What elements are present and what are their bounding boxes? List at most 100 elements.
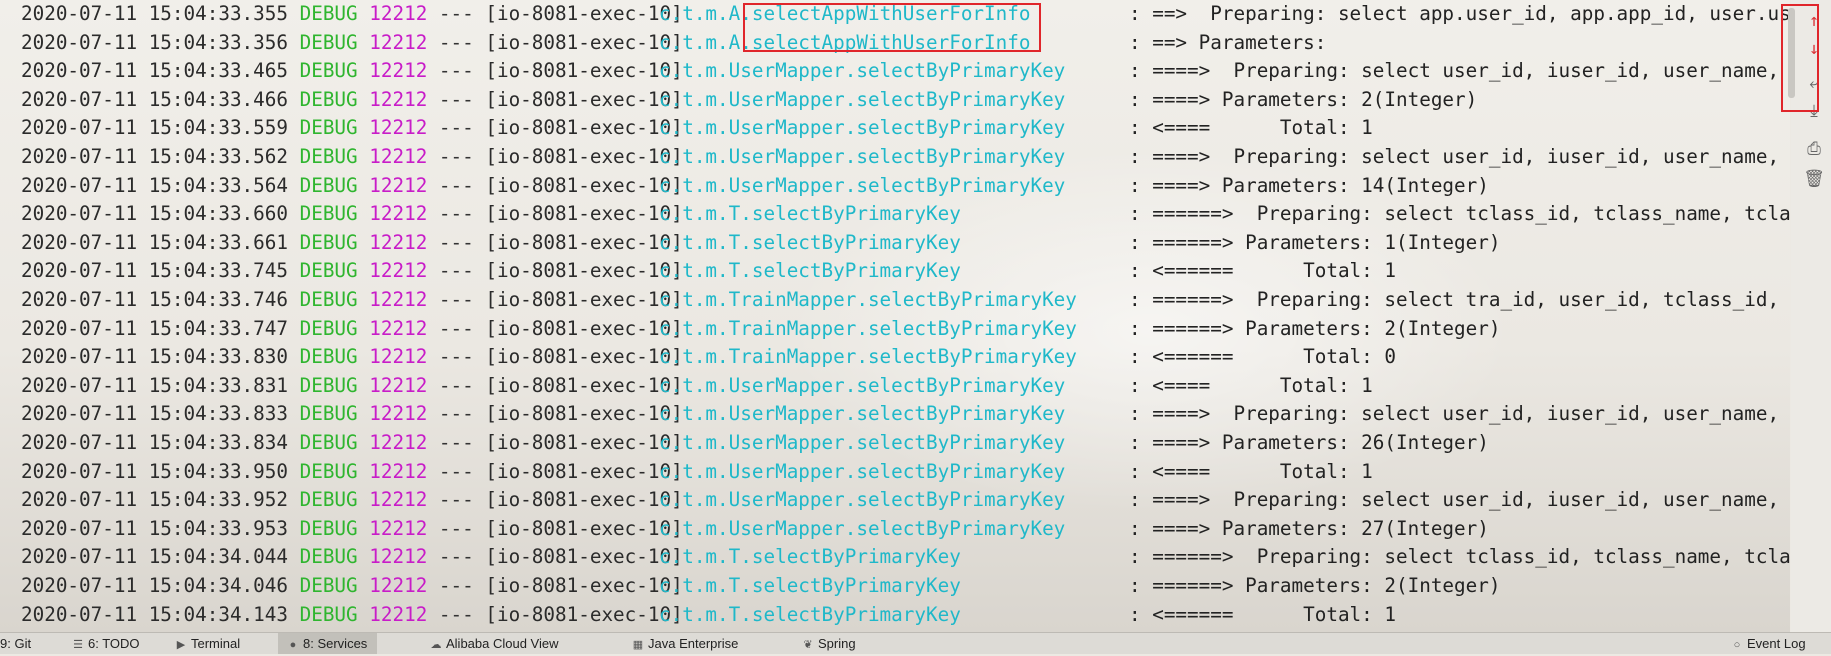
log-line: 2020-07-11 15:04:33.950 DEBUG 12212 --- … bbox=[21, 458, 1373, 486]
log-line: 2020-07-11 15:04:33.830 DEBUG 12212 --- … bbox=[21, 343, 1396, 371]
log-thread: [io-8081-exec-10] bbox=[485, 488, 683, 511]
log-logger-name: c.t.m.UserMapper.selectByPrimaryKey bbox=[659, 116, 1066, 139]
log-logger[interactable]: c.t.m.T.selectByPrimaryKey bbox=[659, 257, 961, 285]
log-pid: 12212 bbox=[369, 488, 428, 511]
log-message: : ====> Preparing: select user_id, iuser… bbox=[1129, 488, 1790, 511]
log-level: DEBUG bbox=[299, 574, 358, 597]
log-logger-name: c.t.m.UserMapper.selectByPrimaryKey bbox=[659, 174, 1066, 197]
log-separator: --- bbox=[438, 574, 474, 597]
tab-todo-label: 6: TODO bbox=[88, 636, 140, 651]
log-pid: 12212 bbox=[369, 317, 428, 340]
log-separator: --- bbox=[438, 59, 474, 82]
log-logger[interactable]: c.t.m.T.selectByPrimaryKey bbox=[659, 601, 961, 629]
log-separator: --- bbox=[438, 31, 474, 54]
log-message: : <==== Total: 1 bbox=[1129, 116, 1373, 139]
log-thread: [io-8081-exec-10] bbox=[485, 603, 683, 626]
tab-services[interactable]: ● 8: Services bbox=[278, 633, 378, 654]
trash-icon[interactable]: 🗑 bbox=[1803, 168, 1825, 190]
log-level: DEBUG bbox=[299, 31, 358, 54]
log-thread: [io-8081-exec-10] bbox=[485, 345, 683, 368]
log-message: : ======> Parameters: 2(Integer) bbox=[1129, 317, 1501, 340]
log-logger-name: c.t.m.UserMapper.selectByPrimaryKey bbox=[659, 488, 1066, 511]
tab-todo[interactable]: ☰ 6: TODO bbox=[72, 633, 140, 654]
tab-alibaba-cloud-view[interactable]: ☁ Alibaba Cloud View bbox=[430, 633, 559, 654]
log-level: DEBUG bbox=[299, 431, 358, 454]
log-timestamp: 2020-07-11 15:04:33.356 bbox=[21, 31, 288, 54]
log-logger-name: c.t.m.T.selectByPrimaryKey bbox=[659, 259, 961, 282]
log-pid: 12212 bbox=[369, 31, 428, 54]
log-message: : ======> Preparing: select tclass_id, t… bbox=[1129, 545, 1790, 568]
tab-java-enterprise[interactable]: ▦ Java Enterprise bbox=[632, 633, 739, 654]
log-logger[interactable]: c.t.m.UserMapper.selectByPrimaryKey bbox=[659, 86, 1065, 114]
log-thread: [io-8081-exec-10] bbox=[485, 202, 683, 225]
log-logger[interactable]: c.t.m.T.selectByPrimaryKey bbox=[659, 229, 961, 257]
log-timestamp: 2020-07-11 15:04:33.660 bbox=[21, 202, 288, 225]
log-message: : ====> Parameters: 27(Integer) bbox=[1129, 517, 1489, 540]
log-logger-name: c.t.m.T.selectByPrimaryKey bbox=[659, 231, 961, 254]
log-separator: --- bbox=[438, 431, 474, 454]
log-timestamp: 2020-07-11 15:04:33.833 bbox=[21, 402, 288, 425]
log-thread: [io-8081-exec-10] bbox=[485, 288, 683, 311]
log-level: DEBUG bbox=[299, 517, 358, 540]
log-timestamp: 2020-07-11 15:04:33.355 bbox=[21, 2, 288, 25]
log-thread: [io-8081-exec-10] bbox=[485, 88, 683, 111]
log-pid: 12212 bbox=[369, 545, 428, 568]
log-logger-name: c.t.m.UserMapper.selectByPrimaryKey bbox=[659, 59, 1066, 82]
print-icon[interactable]: ⎙ bbox=[1803, 138, 1825, 160]
log-pid: 12212 bbox=[369, 259, 428, 282]
log-line: 2020-07-11 15:04:33.559 DEBUG 12212 --- … bbox=[21, 114, 1373, 142]
log-logger[interactable]: c.t.m.TrainMapper.selectByPrimaryKey bbox=[659, 315, 1077, 343]
log-timestamp: 2020-07-11 15:04:33.562 bbox=[21, 145, 288, 168]
log-logger[interactable]: c.t.m.UserMapper.selectByPrimaryKey bbox=[659, 458, 1065, 486]
log-pid: 12212 bbox=[369, 517, 428, 540]
log-pid: 12212 bbox=[369, 116, 428, 139]
log-level: DEBUG bbox=[299, 2, 358, 25]
log-logger[interactable]: c.t.m.UserMapper.selectByPrimaryKey bbox=[659, 429, 1065, 457]
log-logger[interactable]: c.t.m.UserMapper.selectByPrimaryKey bbox=[659, 372, 1065, 400]
tab-git[interactable]: 9: Git bbox=[0, 633, 31, 654]
log-timestamp: 2020-07-11 15:04:33.831 bbox=[21, 374, 288, 397]
log-timestamp: 2020-07-11 15:04:34.044 bbox=[21, 545, 288, 568]
log-logger-name: c.t.m.TrainMapper.selectByPrimaryKey bbox=[659, 317, 1077, 340]
log-level: DEBUG bbox=[299, 402, 358, 425]
log-logger-name: c.t.m.UserMapper.selectByPrimaryKey bbox=[659, 517, 1066, 540]
log-logger[interactable]: c.t.m.UserMapper.selectByPrimaryKey bbox=[659, 400, 1065, 428]
log-message: : ==> Parameters: bbox=[1129, 31, 1327, 54]
log-separator: --- bbox=[438, 174, 474, 197]
log-pid: 12212 bbox=[369, 88, 428, 111]
tab-alibaba-cloud-view-label: Alibaba Cloud View bbox=[446, 636, 559, 651]
event-log-button[interactable]: ○ Event Log bbox=[1731, 633, 1806, 654]
log-logger[interactable]: c.t.m.TrainMapper.selectByPrimaryKey bbox=[659, 286, 1077, 314]
log-logger[interactable]: c.t.m.T.selectByPrimaryKey bbox=[659, 200, 961, 228]
log-message: : ====> Parameters: 14(Integer) bbox=[1129, 174, 1489, 197]
log-logger[interactable]: c.t.m.T.selectByPrimaryKey bbox=[659, 543, 961, 571]
log-logger[interactable]: c.t.m.T.selectByPrimaryKey bbox=[659, 572, 961, 600]
log-logger[interactable]: c.t.m.UserMapper.selectByPrimaryKey bbox=[659, 515, 1065, 543]
log-timestamp: 2020-07-11 15:04:33.745 bbox=[21, 259, 288, 282]
log-pid: 12212 bbox=[369, 603, 428, 626]
log-logger[interactable]: c.t.m.UserMapper.selectByPrimaryKey bbox=[659, 172, 1065, 200]
log-timestamp: 2020-07-11 15:04:33.747 bbox=[21, 317, 288, 340]
tab-terminal[interactable]: ▶ Terminal bbox=[175, 633, 240, 654]
log-line: 2020-07-11 15:04:34.044 DEBUG 12212 --- … bbox=[21, 543, 1790, 571]
log-logger[interactable]: c.t.m.UserMapper.selectByPrimaryKey bbox=[659, 486, 1065, 514]
log-timestamp: 2020-07-11 15:04:33.830 bbox=[21, 345, 288, 368]
log-message: : <====== Total: 0 bbox=[1129, 345, 1396, 368]
log-line: 2020-07-11 15:04:33.356 DEBUG 12212 --- … bbox=[21, 29, 1326, 57]
log-line: 2020-07-11 15:04:33.745 DEBUG 12212 --- … bbox=[21, 257, 1396, 285]
tab-spring-label: Spring bbox=[818, 636, 856, 651]
log-logger-prefix: c.t.m.A. bbox=[659, 31, 752, 54]
tab-spring[interactable]: ❦ Spring bbox=[802, 633, 856, 654]
log-logger[interactable]: c.t.m.UserMapper.selectByPrimaryKey bbox=[659, 114, 1065, 142]
log-pid: 12212 bbox=[369, 59, 428, 82]
console-output[interactable]: 2020-07-11 15:04:33.355 DEBUG 12212 --- … bbox=[0, 0, 1790, 632]
log-line: 2020-07-11 15:04:34.046 DEBUG 12212 --- … bbox=[21, 572, 1500, 600]
log-separator: --- bbox=[438, 488, 474, 511]
log-logger-name: c.t.m.UserMapper.selectByPrimaryKey bbox=[659, 431, 1066, 454]
log-logger[interactable]: c.t.m.TrainMapper.selectByPrimaryKey bbox=[659, 343, 1077, 371]
log-separator: --- bbox=[438, 517, 474, 540]
log-logger[interactable]: c.t.m.UserMapper.selectByPrimaryKey bbox=[659, 57, 1065, 85]
log-message: : <==== Total: 1 bbox=[1129, 374, 1373, 397]
log-logger[interactable]: c.t.m.UserMapper.selectByPrimaryKey bbox=[659, 143, 1065, 171]
log-level: DEBUG bbox=[299, 317, 358, 340]
